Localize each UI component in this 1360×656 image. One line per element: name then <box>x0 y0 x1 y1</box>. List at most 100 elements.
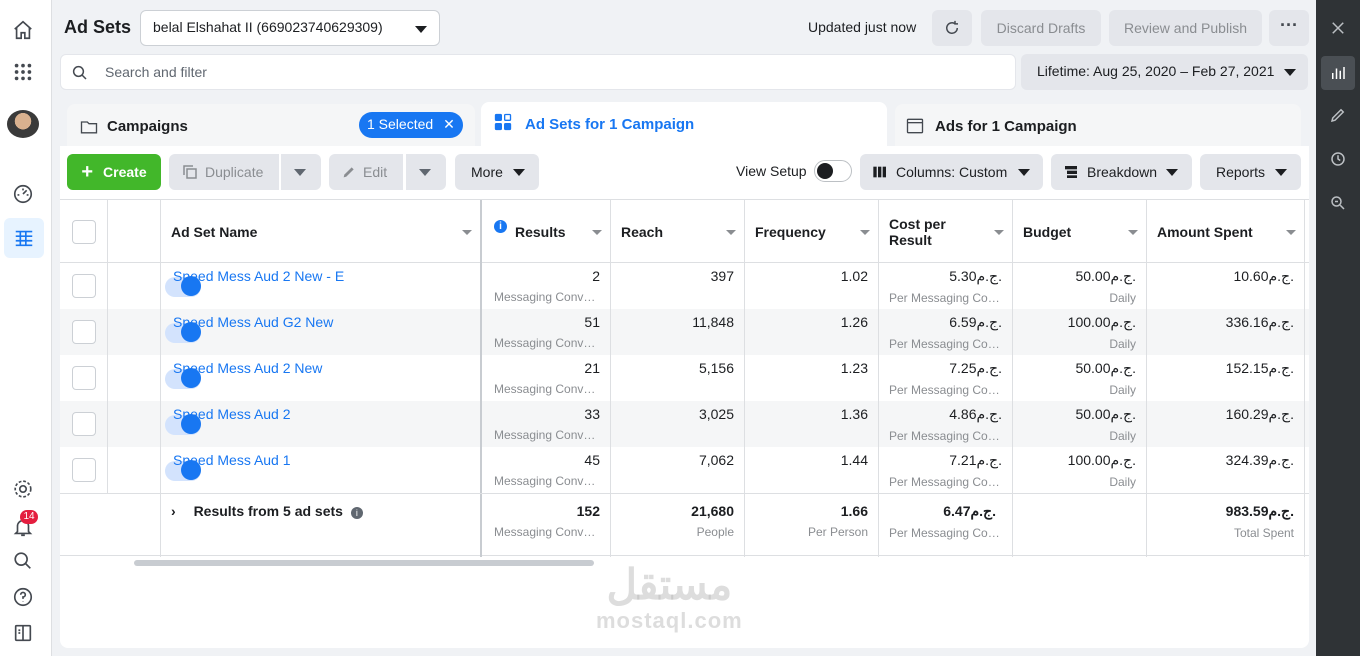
column-cost-per-result[interactable]: Cost per Result <box>879 200 1013 264</box>
results-sub: Messaging Conversations Started <box>494 336 600 350</box>
table-row[interactable]: Speed Mess Aud 1 45 Messaging Conversation… <box>60 447 1309 493</box>
plus-icon: + <box>81 160 94 183</box>
row-checkbox[interactable] <box>72 366 96 390</box>
row-checkbox[interactable] <box>72 458 96 482</box>
row-toggle-cell <box>108 263 201 309</box>
adset-name-link[interactable]: Speed Mess Aud G2 New <box>173 314 333 330</box>
row-checkbox[interactable] <box>72 320 96 344</box>
budget-cell: 100.00ج.م. Daily <box>1013 447 1147 493</box>
more-button[interactable]: More <box>455 154 539 190</box>
reach-value: 5,156 <box>698 360 734 376</box>
select-all-checkbox[interactable] <box>72 220 96 244</box>
columns-button[interactable]: Columns: Custom <box>860 154 1043 190</box>
info-icon[interactable]: i <box>494 219 507 233</box>
date-range-label: Lifetime: Aug 25, 2020 – Feb 27, 2021 <box>1037 63 1275 79</box>
edit-dropdown[interactable] <box>406 154 446 190</box>
chevron-right-icon[interactable]: › <box>171 503 176 519</box>
breakdown-label: Breakdown <box>1087 164 1158 180</box>
chevron-down-icon <box>419 169 431 176</box>
table-row[interactable]: Speed Mess Aud 2 33 Messaging Conversation… <box>60 401 1309 447</box>
avatar[interactable] <box>7 110 39 138</box>
date-range-picker[interactable]: Lifetime: Aug 25, 2020 – Feb 27, 2021 <box>1021 54 1308 90</box>
tab-campaigns[interactable]: Campaigns 1 Selected ✕ <box>67 104 475 148</box>
table-row[interactable]: Speed Mess Aud 2 New 21 Messaging Conversa… <box>60 355 1309 401</box>
right-rail <box>1316 0 1360 656</box>
sidebar-toggle-icon[interactable] <box>8 618 38 648</box>
info-icon[interactable]: i <box>350 507 363 519</box>
edit-button[interactable]: Edit <box>329 154 403 190</box>
close-icon[interactable]: ✕ <box>443 116 455 132</box>
pencil-icon <box>343 167 354 178</box>
account-selector[interactable]: belal Elshahat II (669023740629309) <box>140 10 440 46</box>
budget-cell: 100.00ج.م. Daily <box>1013 309 1147 355</box>
notification-badge: 14 <box>20 510 38 524</box>
summary-spent-cell: 983.59ج.م. Total Spent <box>1147 494 1305 557</box>
breakdown-button[interactable]: Breakdown <box>1051 154 1192 190</box>
pencil-icon[interactable] <box>1324 101 1352 129</box>
table-row[interactable]: Speed Mess Aud G2 New 51 Messaging Convers… <box>60 309 1309 355</box>
grid-icon <box>494 113 512 131</box>
results-cell: 33 Messaging Conversations Started <box>484 401 611 447</box>
watermark: مستقل mostaql.com <box>596 562 743 634</box>
home-icon[interactable] <box>8 15 38 45</box>
more-options-button[interactable]: ··· <box>1269 10 1309 46</box>
top-bar: Ad Sets belal Elshahat II (6690237406293… <box>52 0 1316 54</box>
frequency-cell: 1.02 <box>745 263 879 309</box>
column-frequency[interactable]: Frequency <box>745 200 879 264</box>
create-button[interactable]: + Create <box>67 154 161 190</box>
column-results[interactable]: i Results <box>484 200 611 264</box>
clock-icon[interactable] <box>1324 145 1352 173</box>
help-icon[interactable] <box>8 582 38 612</box>
row-checkbox[interactable] <box>72 274 96 298</box>
search-input[interactable]: Search and filter <box>60 54 1016 90</box>
toggle-header-cell <box>108 200 161 264</box>
dashboard-icon[interactable] <box>8 179 38 209</box>
refresh-button[interactable] <box>932 10 972 46</box>
sort-icon <box>1128 230 1138 235</box>
sort-icon <box>726 230 736 235</box>
edit-label: Edit <box>363 164 388 180</box>
row-checkbox[interactable] <box>72 412 96 436</box>
adset-name-cell: Speed Mess Aud 2 New <box>161 355 482 401</box>
duplicate-dropdown[interactable] <box>281 154 321 190</box>
summary-reach: 21,680 <box>691 503 734 519</box>
selected-pill[interactable]: 1 Selected ✕ <box>359 112 463 138</box>
tab-adsets[interactable]: Ad Sets for 1 Campaign <box>481 102 887 152</box>
spent-value: 324.39ج.م. <box>1225 452 1294 468</box>
summary-label: Results from 5 ad sets <box>193 503 343 519</box>
bar-chart-icon[interactable] <box>1321 56 1355 90</box>
column-budget[interactable]: Budget <box>1013 200 1147 264</box>
results-value: 21 <box>584 360 600 376</box>
search-icon[interactable] <box>8 546 38 576</box>
cpr-sub: Per Messaging Conversation Started <box>889 383 1002 397</box>
cpr-sub: Per Messaging Conversation Started <box>889 337 1002 351</box>
view-setup-toggle[interactable] <box>814 160 852 182</box>
adset-name-link[interactable]: Speed Mess Aud 2 <box>173 406 291 422</box>
table-row[interactable]: Speed Mess Aud 2 New - E 2 Messaging Conve… <box>60 263 1309 309</box>
tab-ads[interactable]: Ads for 1 Campaign <box>895 104 1301 148</box>
close-icon[interactable] <box>1324 14 1352 42</box>
reach-cell: 3,025 <box>611 401 745 447</box>
results-value: 51 <box>584 314 600 330</box>
horizontal-scrollbar[interactable] <box>134 560 594 566</box>
reports-button[interactable]: Reports <box>1200 154 1301 190</box>
table-icon[interactable] <box>4 218 44 258</box>
apps-grid-icon[interactable] <box>8 57 38 87</box>
settings-icon[interactable] <box>8 474 38 504</box>
results-value: 2 <box>592 268 600 284</box>
column-reach[interactable]: Reach <box>611 200 745 264</box>
column-name[interactable]: Ad Set Name <box>161 200 482 264</box>
column-cpr-label: Cost per Result <box>889 216 946 248</box>
adset-name-link[interactable]: Speed Mess Aud 2 New - E <box>173 268 344 284</box>
adset-name-link[interactable]: Speed Mess Aud 2 New <box>173 360 322 376</box>
budget-sub: Daily <box>1109 475 1136 489</box>
adset-name-link[interactable]: Speed Mess Aud 1 <box>173 452 291 468</box>
column-amount-spent[interactable]: Amount Spent <box>1147 200 1305 264</box>
budget-cell: 50.00ج.م. Daily <box>1013 401 1147 447</box>
duplicate-button[interactable]: Duplicate <box>169 154 279 190</box>
discard-drafts-button[interactable]: Discard Drafts <box>981 10 1101 46</box>
summary-cpr-cell: 6.47ج.م. Per Messaging Conversation Star… <box>879 494 1013 557</box>
zoom-icon[interactable] <box>1324 189 1352 217</box>
duplicate-label: Duplicate <box>205 164 264 180</box>
review-publish-button[interactable]: Review and Publish <box>1109 10 1262 46</box>
